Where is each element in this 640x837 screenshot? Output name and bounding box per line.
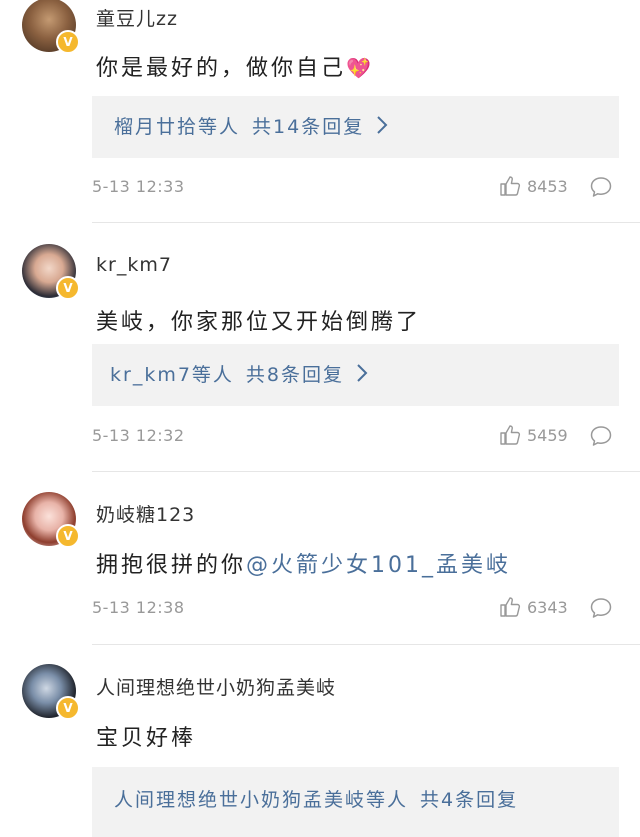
reply-names: 榴月廿拾等人 (114, 116, 241, 138)
speech-bubble-icon[interactable] (589, 424, 613, 448)
like-count: 6343 (527, 597, 568, 617)
reply-count: 共14条回复 (252, 116, 365, 138)
chevron-right-icon (377, 116, 388, 134)
username[interactable]: 童豆儿zz (96, 4, 178, 31)
divider (92, 644, 640, 645)
comment-text: 你是最好的，做你自己💖 (96, 50, 374, 82)
avatar[interactable]: V (22, 492, 80, 548)
avatar[interactable]: V (22, 664, 80, 720)
like-button[interactable]: 6343 (498, 595, 568, 619)
reply-count: 共4条回复 (420, 789, 519, 811)
like-count: 8453 (527, 176, 568, 196)
reply-summary[interactable]: kr_km7等人 共8条回复 (92, 344, 619, 406)
comment-time: 5-13 12:32 (92, 426, 185, 445)
comment-text: 宝贝好棒 (96, 726, 197, 751)
speech-bubble-icon[interactable] (589, 175, 613, 199)
heart-emoji-icon: 💖 (346, 56, 374, 80)
thumbs-up-icon (500, 176, 521, 196)
divider (92, 471, 640, 472)
reply-count: 共8条回复 (245, 364, 345, 386)
thumbs-up-icon (500, 425, 521, 445)
verified-badge-icon: V (56, 524, 80, 548)
divider (92, 222, 640, 223)
verified-badge-icon: V (56, 696, 80, 720)
comment-time: 5-13 12:33 (92, 177, 185, 196)
like-count: 5459 (527, 425, 568, 445)
reply-names: kr_km7等人 (110, 364, 234, 386)
avatar[interactable]: V (22, 0, 80, 54)
comment-text: 拥抱很拼的你@火箭少女101_孟美岐 (96, 547, 511, 579)
comment-text: 美岐，你家那位又开始倒腾了 (96, 310, 422, 335)
verified-badge-icon: V (56, 30, 80, 54)
speech-bubble-icon[interactable] (589, 596, 613, 620)
username[interactable]: kr_km7 (96, 254, 172, 276)
like-button[interactable]: 8453 (498, 174, 568, 198)
reply-names: 人间理想绝世小奶狗孟美岐等人 (114, 789, 409, 811)
username[interactable]: 奶岐糖123 (96, 500, 195, 527)
verified-badge-icon: V (56, 276, 80, 300)
reply-summary[interactable]: 人间理想绝世小奶狗孟美岐等人 共4条回复 (92, 767, 619, 837)
comment-time: 5-13 12:38 (92, 598, 185, 617)
username[interactable]: 人间理想绝世小奶狗孟美岐 (96, 673, 336, 700)
chevron-right-icon (357, 364, 368, 382)
thumbs-up-icon (500, 597, 521, 617)
comment-text-body: 拥抱很拼的你 (96, 553, 247, 578)
avatar[interactable]: V (22, 244, 80, 300)
like-button[interactable]: 5459 (498, 423, 568, 447)
reply-summary[interactable]: 榴月廿拾等人 共14条回复 (92, 96, 619, 158)
comment-text-body: 你是最好的，做你自己 (96, 56, 347, 81)
mention-link[interactable]: @火箭少女101_孟美岐 (246, 553, 511, 578)
